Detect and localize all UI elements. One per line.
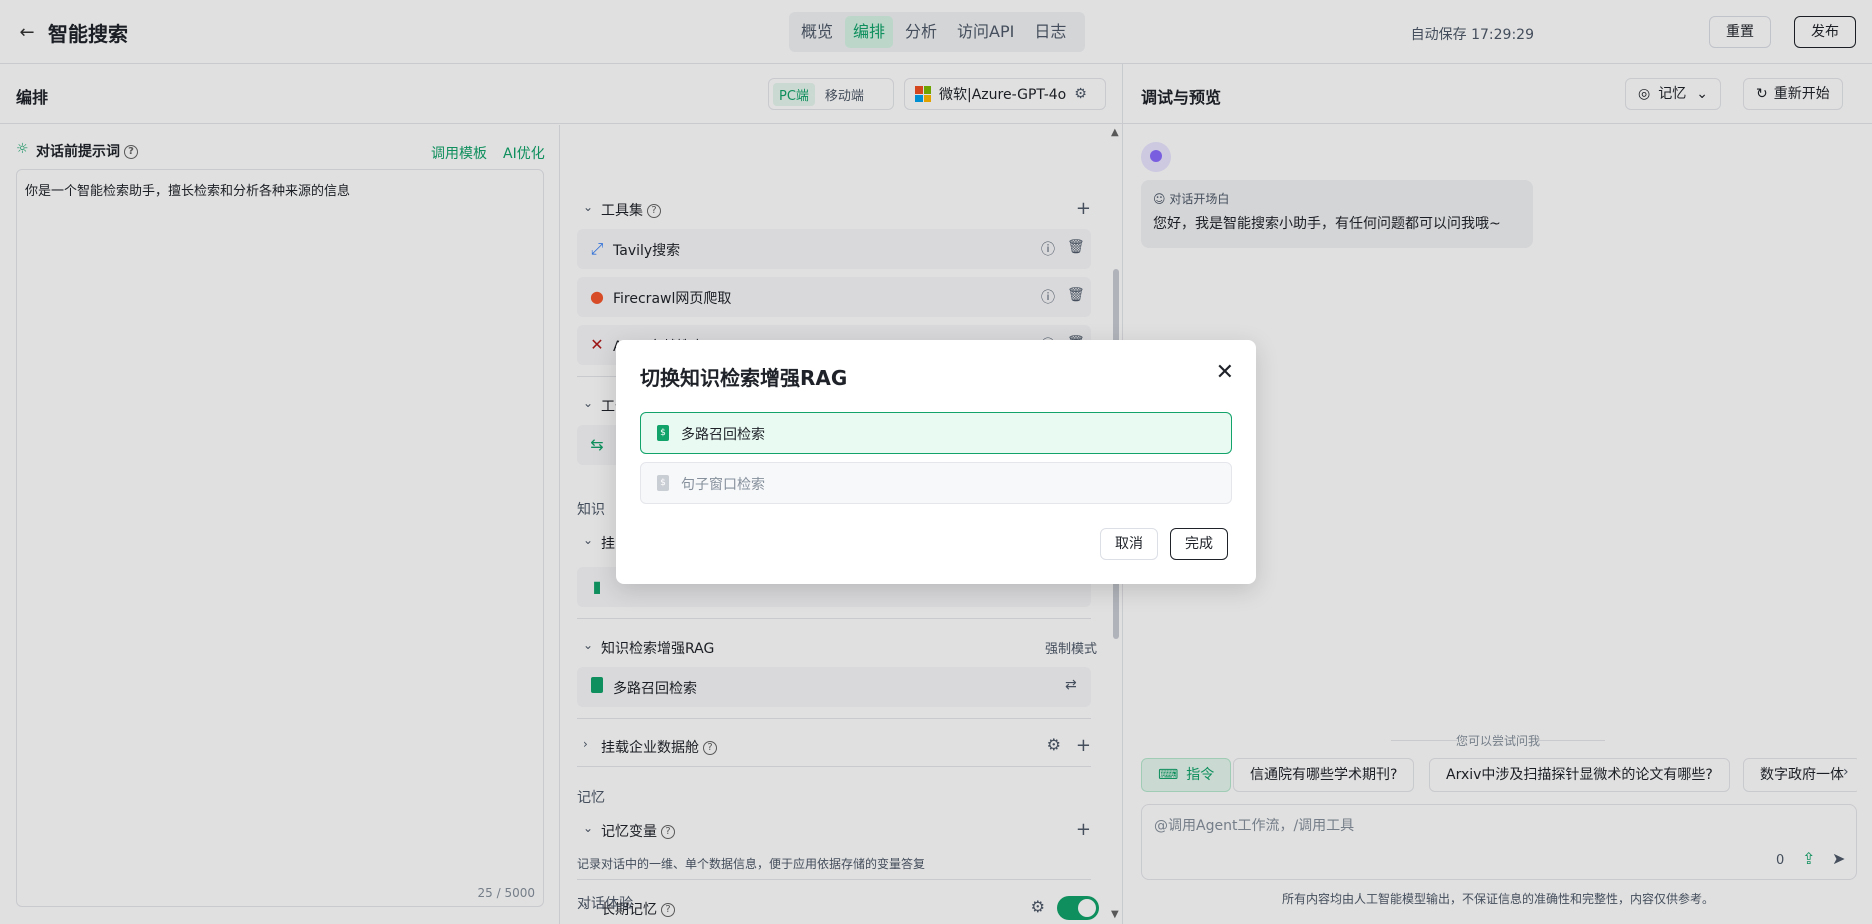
document-icon: $ [657, 425, 669, 441]
option-sentence-window[interactable]: $ 句子窗口检索 [640, 462, 1232, 504]
document-icon: $ [657, 475, 669, 491]
cancel-button[interactable]: 取消 [1100, 528, 1158, 560]
rag-switch-dialog: 切换知识检索增强RAG ✕ $ 多路召回检索 $ 句子窗口检索 取消 完成 [616, 340, 1256, 584]
close-icon[interactable]: ✕ [1216, 360, 1234, 385]
option-multi-recall[interactable]: $ 多路召回检索 [640, 412, 1232, 454]
confirm-button[interactable]: 完成 [1170, 528, 1228, 560]
dialog-title: 切换知识检索增强RAG [640, 366, 848, 390]
